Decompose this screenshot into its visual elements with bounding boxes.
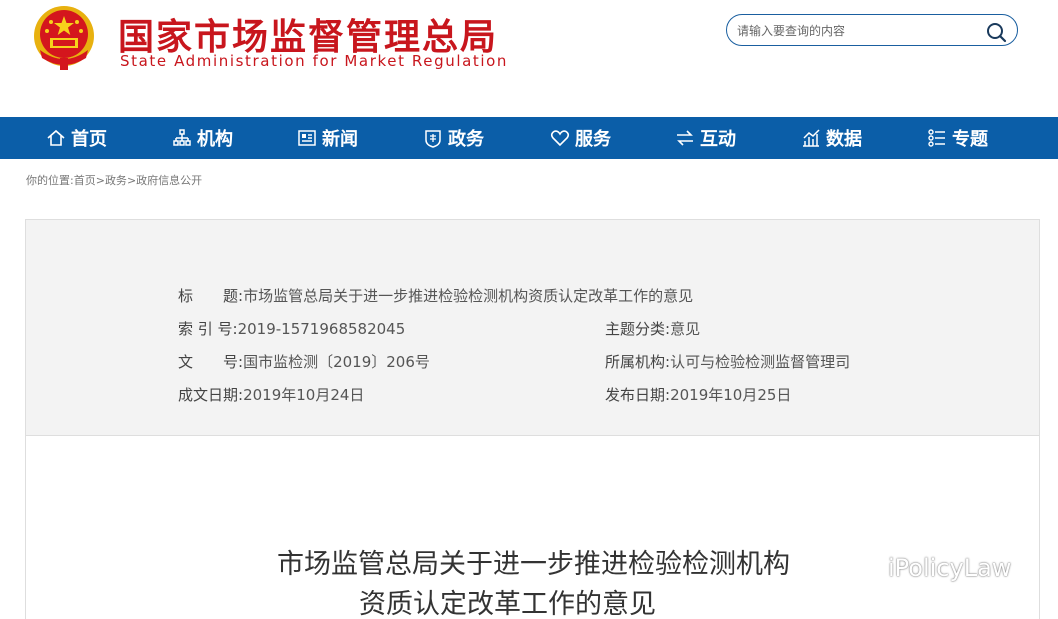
document-info-panel: 标 题:市场监管总局关于进一步推进检验检测机构资质认定改革工作的意见 索 引 号… [25, 219, 1040, 436]
org-icon [173, 129, 191, 146]
exchange-icon [677, 130, 693, 146]
info-doc-value: 国市监检测〔2019〕206号 [243, 353, 430, 371]
info-topic-label: 主题分类: [605, 320, 671, 338]
breadcrumb: 你的位置:首页>政务>政府信息公开 [26, 172, 202, 188]
nav-item-label: 机构 [197, 129, 233, 150]
chart-icon [803, 129, 820, 147]
info-title-value: 市场监管总局关于进一步推进检验检测机构资质认定改革工作的意见 [243, 287, 694, 305]
article-title-line2: 资质认定改革工作的意见 [359, 589, 656, 619]
info-topic-value: 意见 [670, 320, 701, 338]
affairs-icon [425, 130, 441, 148]
search-icon[interactable] [985, 21, 1007, 43]
info-index-row: 索 引 号:2019-1571968582045 [178, 318, 405, 339]
info-index-value: 2019-1571968582045 [237, 320, 406, 338]
wechat-icon [843, 554, 880, 582]
breadcrumb-link-home[interactable]: 首页 [74, 174, 96, 187]
info-publish-label: 发布日期: [605, 386, 671, 404]
info-publish-value: 2019年10月25日 [670, 386, 792, 404]
info-org-label: 所属机构: [605, 353, 671, 371]
breadcrumb-link-disclosure[interactable]: 政府信息公开 [136, 174, 202, 187]
nav-item-topic[interactable]: 专题 [927, 117, 988, 159]
nav-item-home[interactable]: 首页 [46, 117, 107, 159]
nav-item-label: 数据 [826, 129, 862, 150]
info-date-row: 成文日期:2019年10月24日 [178, 384, 364, 405]
watermark: iPolicyLaw [842, 552, 1011, 584]
article-body: 市场监管总局关于进一步推进检验检测机构 资质认定改革工作的意见 [25, 436, 1040, 619]
site-subtitle: State Administration for Market Regulati… [120, 52, 509, 70]
nav-item-data[interactable]: 数据 [801, 117, 862, 159]
nav-item-label: 专题 [952, 129, 988, 150]
national-emblem-icon[interactable] [26, 2, 102, 72]
nav-item-label: 互动 [700, 129, 736, 150]
info-org-row: 所属机构:认可与检验检测监督管理司 [605, 351, 850, 372]
site-header: 国家市场监督管理总局 State Administration for Mark… [0, 0, 1058, 117]
info-doc-label: 文 号: [178, 353, 244, 371]
topic-icon [928, 129, 945, 147]
breadcrumb-separator: > [95, 174, 105, 187]
info-doc-row: 文 号:国市监检测〔2019〕206号 [178, 351, 430, 372]
nav-item-affairs[interactable]: 政务 [423, 117, 484, 159]
nav-item-org[interactable]: 机构 [172, 117, 233, 159]
search-box [726, 14, 1018, 46]
nav-item-label: 政务 [448, 129, 484, 150]
breadcrumb-prefix: 你的位置: [26, 174, 74, 187]
info-date-label: 成文日期: [178, 386, 244, 404]
breadcrumb-separator: > [126, 174, 137, 187]
heart-icon [550, 130, 570, 147]
info-index-label: 索 引 号: [178, 320, 238, 338]
nav-item-label: 首页 [71, 129, 107, 150]
watermark-text: iPolicyLaw [888, 554, 1012, 582]
nav-item-label: 服务 [575, 129, 611, 150]
info-org-value: 认可与检验检测监督管理司 [670, 353, 851, 371]
info-publish-row: 发布日期:2019年10月25日 [605, 384, 791, 405]
main-nav: 首页 机构 新闻 政务 服务 互动 数据 专题 [0, 117, 1058, 159]
info-topic-row: 主题分类:意见 [605, 318, 700, 339]
home-icon [47, 129, 65, 146]
info-title-row: 标 题:市场监管总局关于进一步推进检验检测机构资质认定改革工作的意见 [178, 285, 693, 306]
breadcrumb-link-affairs[interactable]: 政务 [105, 174, 127, 187]
nav-item-news[interactable]: 新闻 [297, 117, 358, 159]
info-date-value: 2019年10月24日 [243, 386, 365, 404]
nav-item-service[interactable]: 服务 [550, 117, 611, 159]
nav-item-label: 新闻 [322, 129, 358, 150]
info-title-label: 标 题: [178, 287, 244, 305]
news-icon [298, 130, 316, 146]
nav-item-interact[interactable]: 互动 [675, 117, 736, 159]
search-input[interactable] [737, 21, 977, 41]
